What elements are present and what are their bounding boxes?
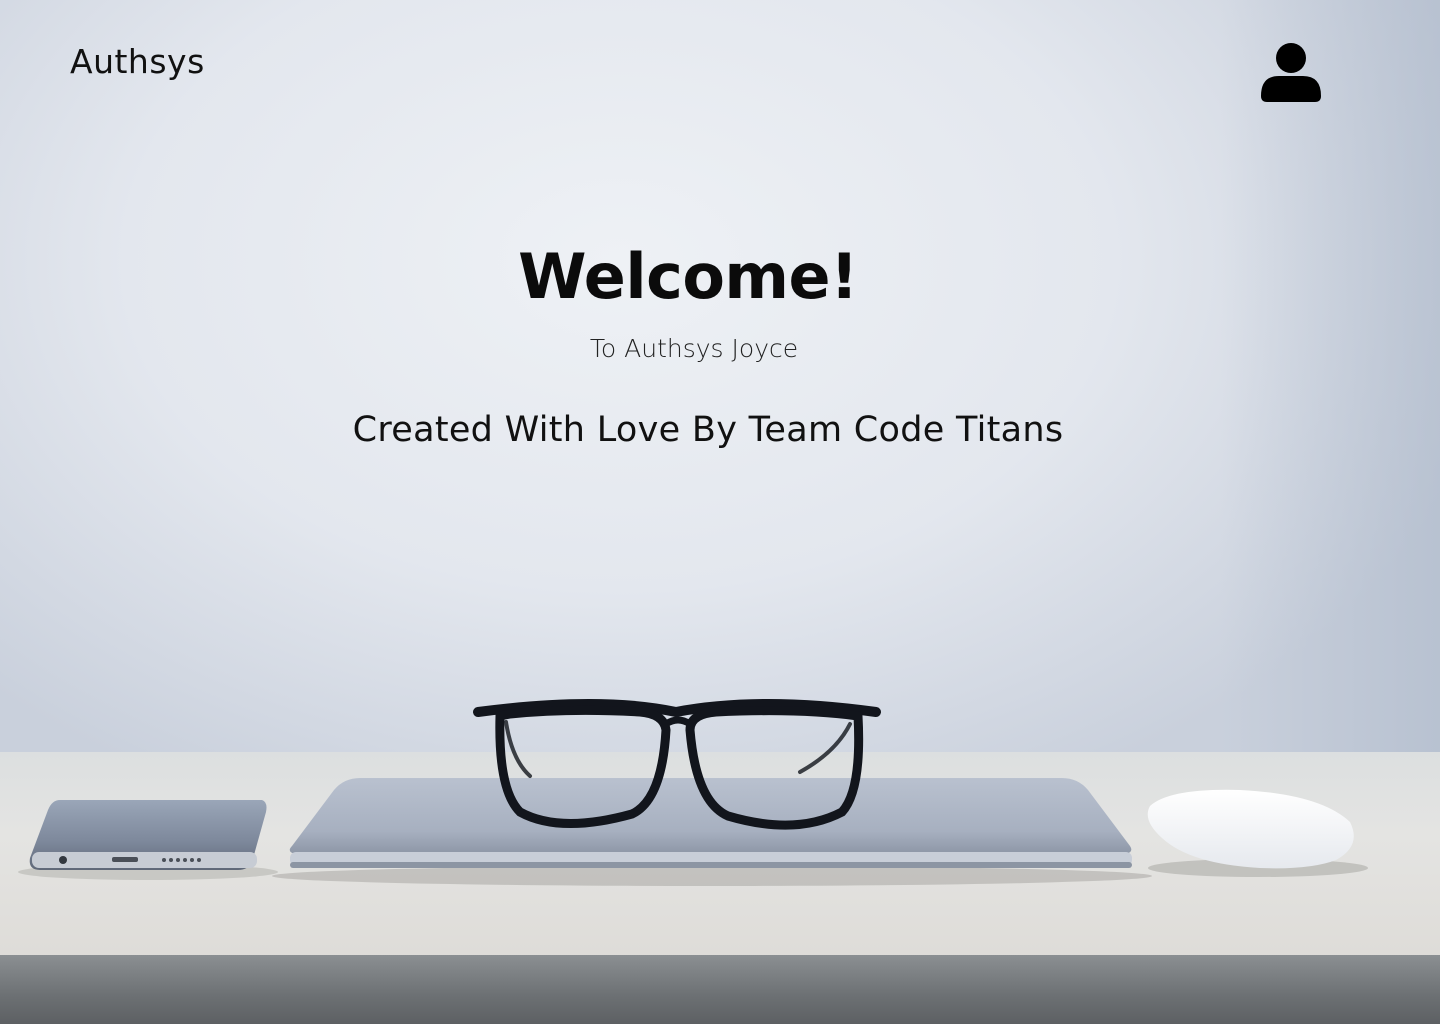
credit-text: Created With Love By Team Code Titans	[352, 410, 1064, 450]
user-icon	[1261, 43, 1321, 102]
user-profile-button[interactable]	[1257, 40, 1325, 106]
welcome-heading: Welcome!	[518, 240, 858, 313]
phone-image	[18, 800, 278, 880]
laptop-image	[272, 778, 1152, 886]
welcome-subtitle: To Authsys Joyce	[589, 334, 799, 363]
brand-logo[interactable]: Authsys	[70, 42, 205, 81]
mouse-image	[1147, 789, 1368, 877]
background-photo-objects	[18, 699, 1368, 886]
